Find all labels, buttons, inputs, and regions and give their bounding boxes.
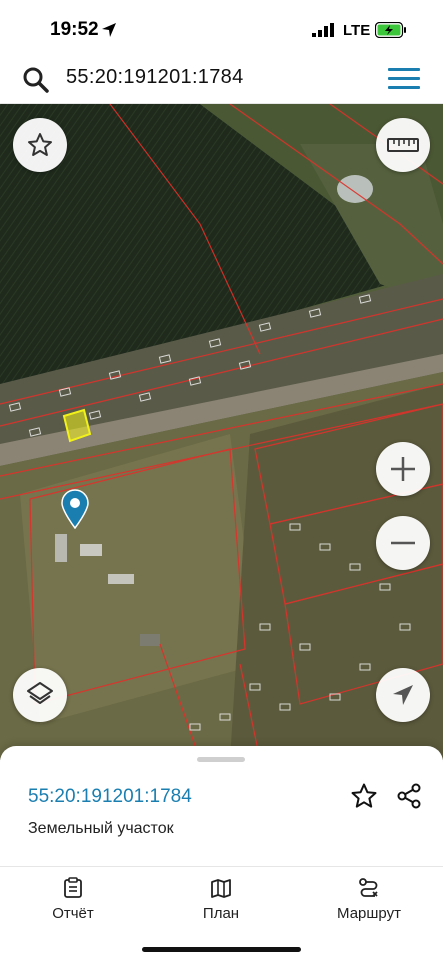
- sheet-grabber[interactable]: [197, 757, 245, 762]
- location-pin-icon[interactable]: [60, 489, 90, 529]
- search-bar[interactable]: 55:20:191201:1784: [0, 58, 443, 104]
- network-type: LTE: [343, 22, 371, 39]
- parcel-info-sheet[interactable]: 55:20:191201:1784 Земельный участок: [0, 746, 443, 866]
- tab-plan-label: План: [202, 905, 240, 922]
- bottom-tab-bar: Отчёт План Маршрут: [0, 866, 443, 960]
- locate-me-button[interactable]: [376, 668, 430, 722]
- plus-icon: [391, 457, 415, 481]
- tab-report-label: Отчёт: [52, 905, 94, 922]
- zoom-out-button[interactable]: [376, 516, 430, 570]
- map-view[interactable]: [0, 104, 443, 760]
- search-icon[interactable]: [22, 66, 50, 94]
- favorite-star-icon[interactable]: [350, 782, 378, 810]
- satellite-map[interactable]: [0, 104, 443, 760]
- menu-icon[interactable]: [388, 68, 420, 92]
- ruler-button[interactable]: [376, 118, 430, 172]
- share-icon[interactable]: [395, 782, 423, 810]
- cadastral-number: 55:20:191201:1784: [28, 786, 192, 807]
- route-icon: [359, 878, 378, 897]
- tab-report[interactable]: Отчёт: [18, 877, 128, 922]
- tab-route-label: Маршрут: [337, 905, 401, 922]
- tab-route[interactable]: Маршрут: [314, 877, 424, 922]
- map-plan-icon: [211, 879, 231, 898]
- minus-icon: [391, 541, 415, 545]
- favorite-map-button[interactable]: [13, 118, 67, 172]
- zoom-in-button[interactable]: [376, 442, 430, 496]
- layers-button[interactable]: [13, 668, 67, 722]
- status-bar: 19:52 LTE: [0, 0, 443, 58]
- ruler-icon: [387, 138, 419, 152]
- navigation-arrow-icon: [393, 685, 413, 705]
- layers-icon: [27, 682, 53, 704]
- object-type-label: Земельный участок: [28, 820, 174, 837]
- report-icon: [64, 877, 82, 898]
- status-time: 19:52: [50, 19, 99, 40]
- tab-plan[interactable]: План: [166, 877, 276, 922]
- star-outline-icon: [28, 133, 52, 156]
- search-input[interactable]: 55:20:191201:1784: [66, 66, 244, 89]
- signal-icon: [312, 23, 334, 37]
- battery-charging-icon: [375, 22, 406, 38]
- location-arrow-icon: [102, 23, 116, 37]
- home-indicator[interactable]: [142, 947, 301, 952]
